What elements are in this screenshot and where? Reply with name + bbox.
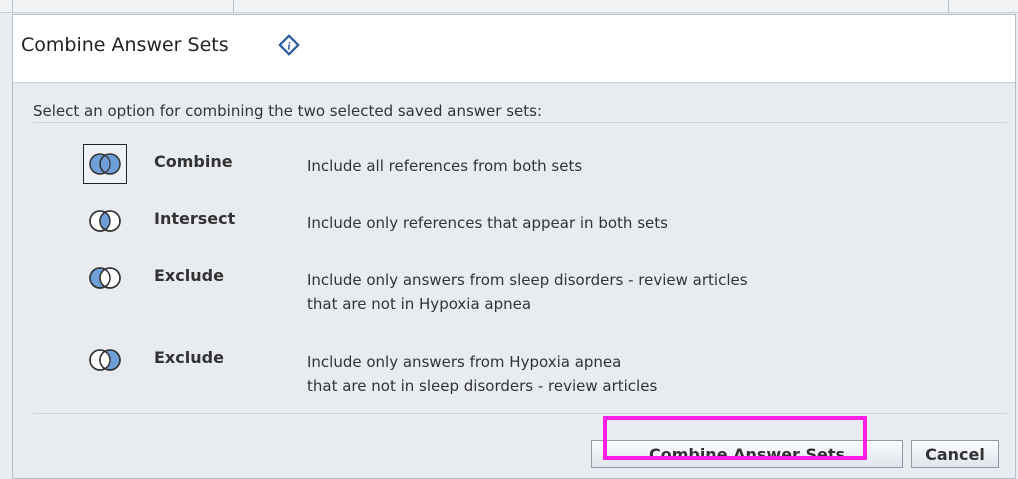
option-description-line: Include only answers from Hypoxia apnea xyxy=(307,353,622,371)
divider xyxy=(33,413,1007,414)
combine-answer-sets-button[interactable]: Combine Answer Sets xyxy=(591,440,903,468)
option-combine[interactable]: Combine Include all references from both… xyxy=(83,144,983,192)
option-exclude-right[interactable]: Exclude Include only answers from Hypoxi… xyxy=(83,340,983,395)
option-description: Include only answers from sleep disorder… xyxy=(307,268,748,316)
option-description-line: that are not in Hypoxia apnea xyxy=(307,295,532,313)
dialog-title: Combine Answer Sets xyxy=(21,34,229,56)
option-label: Intersect xyxy=(154,209,236,228)
background-divider xyxy=(233,0,234,12)
venn-intersect-icon[interactable] xyxy=(83,201,127,241)
venn-union-icon[interactable] xyxy=(83,144,127,184)
dialog-titlebar: Combine Answer Sets i xyxy=(13,15,1015,83)
option-description-line: that are not in sleep disorders - review… xyxy=(307,377,658,395)
venn-left-only-icon[interactable] xyxy=(83,258,127,298)
option-description-line: Include only answers from sleep disorder… xyxy=(307,271,748,289)
combine-answer-sets-dialog: Combine Answer Sets i Select an option f… xyxy=(12,14,1016,479)
cancel-button[interactable]: Cancel xyxy=(911,440,999,468)
option-description: Include only answers from Hypoxia apnea … xyxy=(307,350,657,398)
background-divider xyxy=(12,0,13,12)
option-intersect[interactable]: Intersect Include only references that a… xyxy=(83,201,983,249)
option-label: Exclude xyxy=(154,266,224,285)
venn-right-only-icon[interactable] xyxy=(83,340,127,380)
background-divider xyxy=(948,0,949,12)
option-description: Include all references from both sets xyxy=(307,157,583,175)
dialog-prompt: Select an option for combining the two s… xyxy=(33,102,543,120)
background-window-edge xyxy=(0,0,1018,13)
option-label: Combine xyxy=(154,152,233,171)
option-description: Include only references that appear in b… xyxy=(307,214,668,232)
info-icon[interactable]: i xyxy=(278,34,300,56)
option-label: Exclude xyxy=(154,348,224,367)
divider xyxy=(33,122,1007,123)
option-exclude-left[interactable]: Exclude Include only answers from sleep … xyxy=(83,258,983,313)
